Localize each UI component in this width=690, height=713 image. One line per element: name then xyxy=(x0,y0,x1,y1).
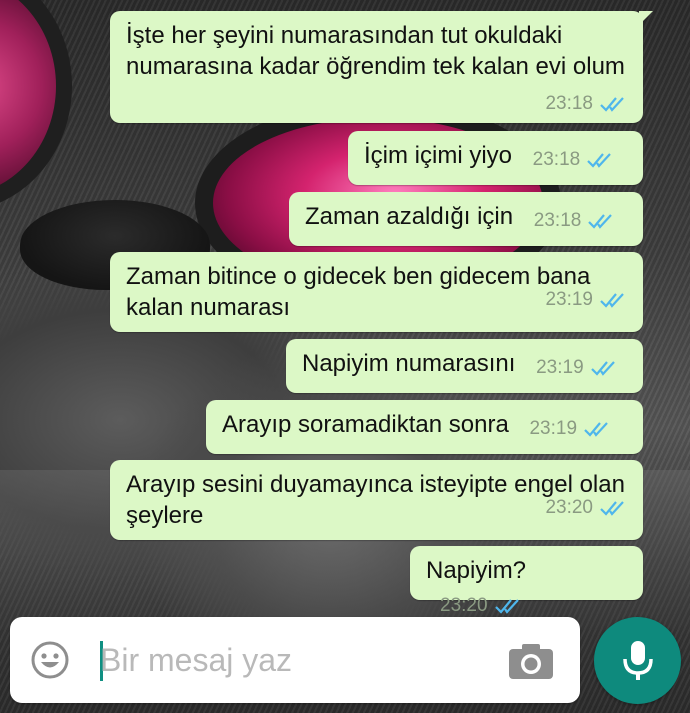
microphone-button[interactable] xyxy=(594,617,681,704)
message-time: 23:18 xyxy=(533,210,582,231)
message-bubble[interactable]: Arayıp sesini duyamayınca isteyipte enge… xyxy=(110,460,643,540)
message-time: 23:19 xyxy=(529,418,578,439)
message-composer xyxy=(10,617,580,703)
message-text: İçim içimi yiyo xyxy=(364,142,512,169)
message-text: Zaman azaldığı için xyxy=(305,203,514,230)
message-time: 23:19 xyxy=(545,289,593,310)
message-bubble[interactable]: Zaman azaldığı için 23:18 xyxy=(289,192,643,246)
message-time: 23:18 xyxy=(545,93,593,114)
message-time: 23:18 xyxy=(532,149,581,170)
message-meta: 23:20 xyxy=(545,498,629,518)
message-meta: 23:19 xyxy=(536,358,620,378)
message-meta: 23:19 xyxy=(529,419,613,439)
message-input[interactable] xyxy=(92,635,480,685)
message-time: 23:20 xyxy=(440,595,488,616)
emoji-icon[interactable] xyxy=(30,640,70,680)
read-ticks-icon xyxy=(584,422,608,437)
message-meta: 23:18 xyxy=(534,211,618,231)
message-meta: 23:19 xyxy=(545,290,629,310)
message-bubble[interactable]: Zaman bitince o gidecek ben gidecem bana… xyxy=(110,252,643,332)
message-text: Napiyim numarasını xyxy=(302,350,516,377)
message-bubble[interactable]: Napiyim numarasını 23:19 xyxy=(286,339,643,393)
read-ticks-icon xyxy=(600,293,624,308)
message-meta: 23:20 xyxy=(440,596,524,616)
message-meta: 23:18 xyxy=(533,150,617,170)
message-text: Arayıp soramadiktan sonra xyxy=(222,411,509,438)
read-ticks-icon xyxy=(588,214,613,229)
message-text: Zaman bitince o gidecek ben gidecem bana… xyxy=(126,263,597,321)
read-ticks-icon xyxy=(587,153,612,168)
message-bubble[interactable]: Napiyim? 23:20 xyxy=(410,546,643,616)
read-ticks-icon xyxy=(494,599,519,614)
wallpaper-glasses-left xyxy=(0,0,72,212)
read-ticks-icon xyxy=(600,97,624,112)
message-bubble[interactable]: Arayıp soramadiktan sonra 23:19 xyxy=(206,400,643,454)
message-time: 23:19 xyxy=(536,357,584,378)
message-text: Napiyim? xyxy=(426,557,527,584)
camera-icon[interactable] xyxy=(506,641,556,681)
message-meta: 23:18 xyxy=(545,94,629,114)
message-bubble[interactable]: İçim içimi yiyo 23:18 xyxy=(348,131,643,185)
message-bubble[interactable]: İşte her şeyini numarasından tut okuldak… xyxy=(110,11,653,123)
message-text: İşte her şeyini numarasından tut okuldak… xyxy=(126,22,625,80)
message-time: 23:20 xyxy=(545,497,593,518)
read-ticks-icon xyxy=(600,501,624,516)
read-ticks-icon xyxy=(590,361,615,376)
microphone-icon xyxy=(622,640,653,680)
